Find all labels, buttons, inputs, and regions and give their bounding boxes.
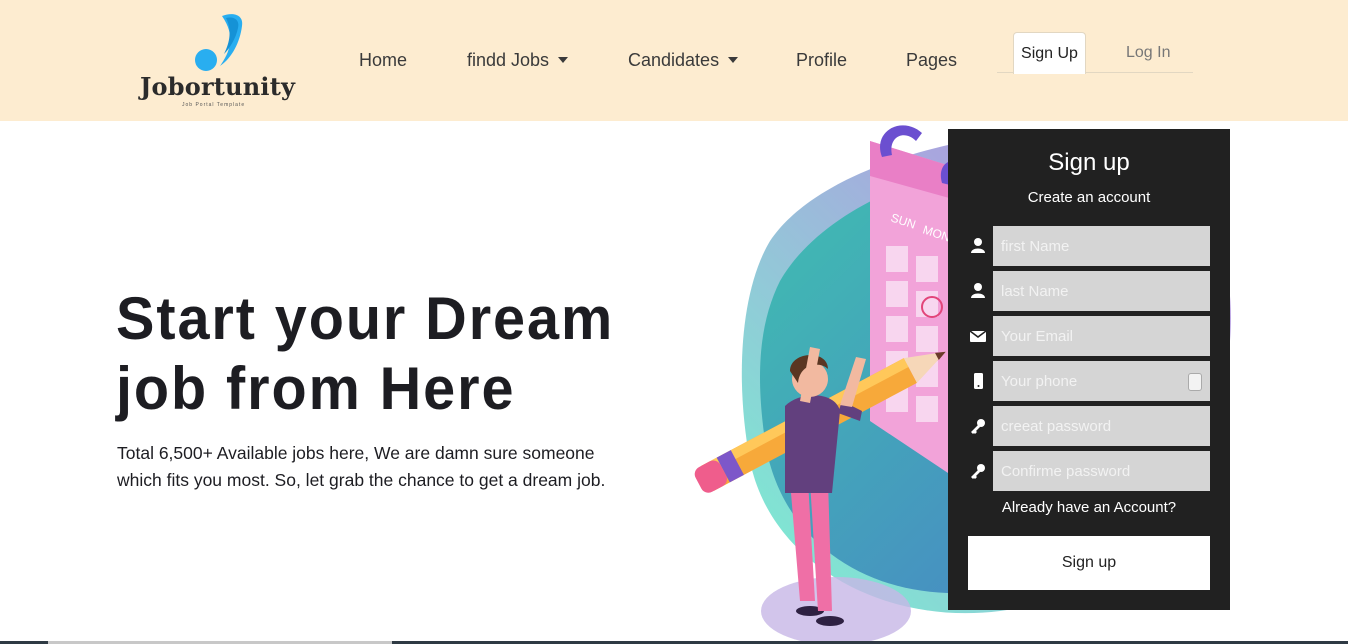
signup-title: Sign up (1048, 149, 1130, 176)
last-name-row (968, 271, 1210, 311)
nav-pages[interactable]: Pages (906, 50, 957, 71)
nav-candidates-label: Candidates (628, 50, 720, 70)
user-icon (971, 283, 985, 298)
brand-tagline: Job Portal Template (182, 102, 246, 108)
hero-subtitle: Total 6,500+ Available jobs here, We are… (117, 440, 637, 494)
login-link[interactable]: Already have an Account? (948, 499, 1230, 516)
email-field[interactable] (993, 316, 1210, 356)
brand-logo[interactable]: Jobortunity Job Portal Template (140, 12, 300, 112)
hero-subtitle-line-2: which fits you most. So, let grab the ch… (117, 470, 606, 490)
site-header: Jobortunity Job Portal Template Home fin… (0, 0, 1348, 121)
first-name-row (968, 226, 1210, 266)
brand-name: Jobortunity (140, 72, 296, 101)
hero-title: Start your Dream job from Here (116, 284, 654, 424)
phone-field[interactable] (993, 361, 1210, 401)
nav-profile-label: Profile (796, 50, 848, 70)
logo-icon (195, 14, 243, 71)
sign-up-button[interactable]: Sign up (968, 536, 1210, 590)
nav-home-label: Home (359, 50, 408, 70)
tab-sign-up[interactable]: Sign Up (1013, 32, 1086, 74)
nav-find-jobs[interactable]: findd Jobs (467, 50, 569, 71)
nav-home[interactable]: Home (359, 50, 407, 71)
nav-profile[interactable]: Profile (796, 50, 847, 71)
key-icon (971, 464, 985, 479)
chevron-down-icon (558, 57, 569, 63)
confirm-password-row (968, 451, 1210, 491)
email-row (968, 316, 1210, 356)
phone-icon (974, 373, 983, 389)
number-spinner[interactable] (1188, 373, 1202, 391)
hero-title-line-2: job from Here (116, 355, 516, 422)
password-field[interactable] (993, 406, 1210, 446)
nav-candidates[interactable]: Candidates (628, 50, 739, 71)
first-name-field[interactable] (993, 226, 1210, 266)
password-row (968, 406, 1210, 446)
signup-subtitle: Create an account (1027, 189, 1151, 206)
user-icon (971, 238, 985, 253)
tab-log-in[interactable]: Log In (1126, 44, 1170, 62)
chevron-down-icon (728, 57, 739, 63)
confirm-password-field[interactable] (993, 451, 1210, 491)
last-name-field[interactable] (993, 271, 1210, 311)
phone-row (968, 361, 1210, 401)
nav-pages-label: Pages (906, 50, 958, 70)
envelope-icon (969, 330, 987, 342)
key-icon (971, 419, 985, 434)
hero-subtitle-line-1: Total 6,500+ Available jobs here, We are… (117, 443, 595, 463)
nav-find-jobs-label: findd Jobs (467, 50, 550, 70)
signup-panel: Sign up Create an account Already have a… (948, 129, 1230, 610)
hero-title-line-1: Start your Dream (116, 285, 615, 352)
